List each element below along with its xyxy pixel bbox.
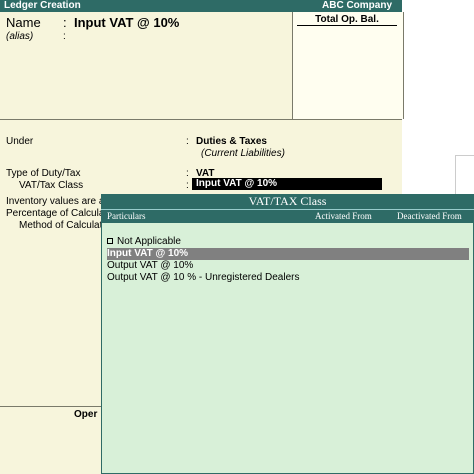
popup-column-header: Particulars Activated From Deactivated F…: [101, 209, 474, 223]
list-item-not-applicable[interactable]: Not Applicable: [107, 236, 469, 248]
list-item-input-vat[interactable]: Input VAT @ 10%: [107, 248, 469, 260]
under-group-nature: (Current Liabilities): [201, 148, 285, 159]
percentage-calculation-label: Percentage of Calcula: [6, 208, 105, 219]
alias-label: (alias): [6, 31, 34, 42]
under-label: Under: [6, 136, 34, 147]
window-title: Ledger Creation: [4, 0, 81, 11]
name-field[interactable]: Input VAT @ 10%: [74, 15, 179, 30]
total-op-bal-label: Total Op. Bal.: [297, 14, 397, 26]
list-item-label: Input VAT @ 10%: [107, 248, 189, 259]
alias-colon: :: [63, 31, 66, 42]
method-calculation-label: Method of Calculat: [19, 220, 103, 231]
under-field[interactable]: Duties & Taxes: [196, 136, 267, 147]
vat-class-colon: :: [186, 180, 189, 191]
vat-class-label: VAT/Tax Class: [19, 180, 84, 191]
type-of-duty-label: Type of Duty/Tax: [6, 168, 81, 179]
column-activated-from: Activated From: [315, 211, 372, 221]
vat-class-field[interactable]: Input VAT @ 10%: [192, 178, 382, 190]
list-item-label: Output VAT @ 10 % - Unregistered Dealers: [107, 272, 300, 283]
total-op-bal-box: [292, 12, 404, 119]
list-item-output-vat-unregistered[interactable]: Output VAT @ 10 % - Unregistered Dealers: [107, 272, 469, 284]
popup-title: VAT/TAX Class: [101, 194, 474, 209]
list-item-output-vat[interactable]: Output VAT @ 10%: [107, 260, 469, 272]
title-bar: Ledger Creation ABC Company: [0, 0, 402, 12]
background-window-edge: [455, 155, 474, 196]
name-colon: :: [63, 15, 67, 30]
column-deactivated-from: Deactivated From: [397, 211, 462, 221]
inventory-values-label: Inventory values are a: [6, 196, 105, 207]
bullet-icon: [107, 238, 113, 245]
name-label: Name: [6, 15, 41, 30]
list-item-label: Not Applicable: [117, 236, 181, 247]
opening-balance-label: Oper: [74, 409, 98, 420]
type-of-duty-colon: :: [186, 168, 189, 179]
list-item-label: Output VAT @ 10%: [107, 260, 194, 271]
column-particulars: Particulars: [107, 211, 146, 221]
company-name: ABC Company: [322, 0, 393, 11]
under-colon: :: [186, 136, 189, 147]
